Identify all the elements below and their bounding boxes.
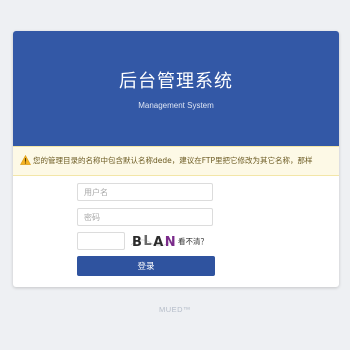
page-subtitle: Management System (138, 101, 214, 110)
warning-banner: 您的管理目录的名称中包含默认名称dede，建议在FTP里把它修改为其它名称，那样 (13, 146, 339, 176)
username-input[interactable] (77, 183, 213, 201)
captcha-input[interactable] (77, 232, 125, 250)
login-header: 后台管理系统 Management System (13, 31, 339, 146)
captcha-image[interactable]: BLAN (129, 232, 179, 250)
warning-icon (20, 155, 31, 165)
login-button[interactable]: 登录 (77, 256, 215, 276)
footer-brand: MUED™ (158, 305, 192, 314)
warning-text: 您的管理目录的名称中包含默认名称dede，建议在FTP里把它修改为其它名称，那样 (33, 156, 313, 165)
captcha-refresh-link[interactable]: 看不清？ (178, 236, 208, 247)
captcha-text: BLAN (132, 234, 177, 250)
page-title: 后台管理系统 (119, 71, 233, 92)
password-input[interactable] (77, 208, 213, 226)
login-card: 后台管理系统 Management System 您的管理目录的名称中包含默认名… (13, 31, 339, 287)
